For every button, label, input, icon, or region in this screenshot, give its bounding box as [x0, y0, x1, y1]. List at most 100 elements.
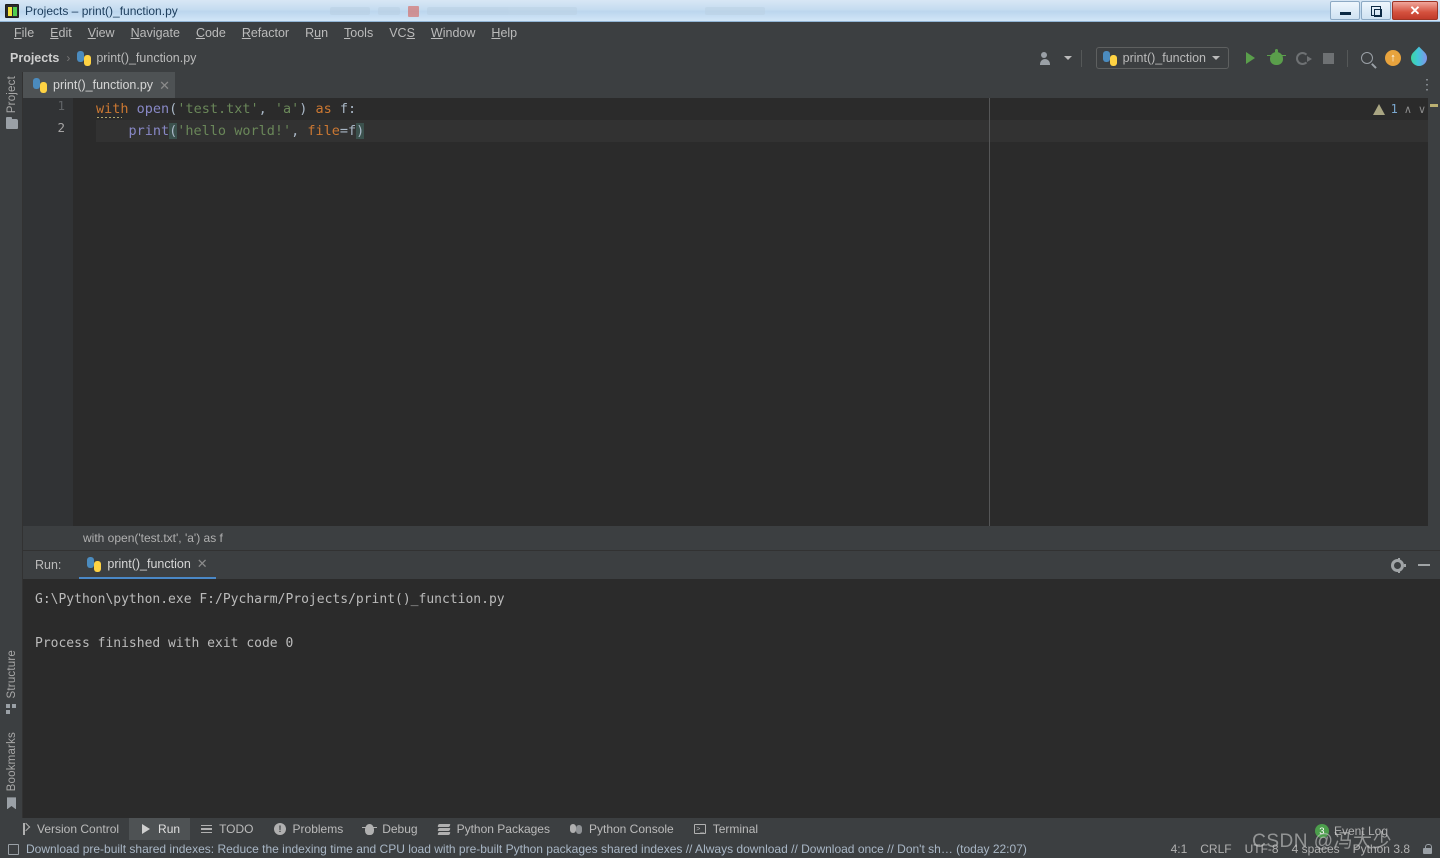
- profile-icon[interactable]: [1289, 45, 1315, 71]
- menu-vcs[interactable]: VCS: [381, 24, 423, 42]
- tool-button-python-console[interactable]: Python Console: [560, 818, 684, 840]
- run-icon[interactable]: [1237, 45, 1263, 71]
- menu-bar: File Edit View Navigate Code Refactor Ru…: [0, 22, 1440, 44]
- terminal-icon: >_: [694, 823, 707, 836]
- run-window-header: Run: print()_function ✕: [23, 551, 1440, 579]
- menu-help[interactable]: Help: [483, 24, 525, 42]
- warning-stripe-mark[interactable]: [1430, 104, 1438, 107]
- caret-position[interactable]: 4:1: [1171, 842, 1188, 856]
- line-separator[interactable]: CRLF: [1200, 842, 1231, 856]
- python-file-icon: [77, 50, 92, 66]
- indent-setting[interactable]: 4 spaces: [1292, 842, 1340, 856]
- tool-button-debug[interactable]: Debug: [353, 818, 427, 840]
- status-bar: Download pre-built shared indexes: Reduc…: [0, 840, 1440, 858]
- left-tool-strip: Project Structure Bookmarks: [0, 72, 23, 834]
- toolbar-divider: [1080, 49, 1082, 67]
- ai-assistant-icon[interactable]: [1406, 45, 1432, 71]
- stop-icon[interactable]: [1315, 45, 1341, 71]
- navigation-bar: Projects › print()_function.py print()_f…: [0, 44, 1440, 72]
- update-icon[interactable]: ↑: [1380, 45, 1406, 71]
- structure-icon: [6, 704, 17, 715]
- next-problem-icon[interactable]: ∨: [1418, 103, 1426, 116]
- sidebar-item-structure[interactable]: Structure: [0, 650, 23, 715]
- inspection-widget[interactable]: 1 ∧ ∨: [1372, 102, 1426, 116]
- menu-navigate[interactable]: Navigate: [123, 24, 188, 42]
- packages-icon: [437, 823, 451, 836]
- gear-icon[interactable]: [1391, 557, 1404, 572]
- tool-button-label: Python Console: [588, 822, 674, 836]
- problems-icon: !: [274, 823, 287, 836]
- tool-button-label: Problems: [292, 822, 344, 836]
- menu-tools[interactable]: Tools: [336, 24, 381, 42]
- tool-button-label: Run: [158, 822, 181, 836]
- breadcrumb-context[interactable]: with open('test.txt', 'a') as f: [83, 531, 223, 545]
- search-everywhere-icon[interactable]: [1354, 45, 1380, 71]
- chevron-down-icon[interactable]: [1061, 45, 1075, 71]
- error-stripe[interactable]: [1428, 98, 1440, 526]
- menu-run[interactable]: Run: [297, 24, 336, 42]
- python-console-icon: [570, 823, 583, 836]
- run-icon: [139, 823, 152, 836]
- status-notification[interactable]: Download pre-built shared indexes: Reduc…: [26, 842, 1027, 856]
- file-encoding[interactable]: UTF-8: [1245, 842, 1279, 856]
- code-line-2: print('hello world!', file=f): [128, 123, 365, 139]
- menu-view[interactable]: View: [80, 24, 123, 42]
- previous-problem-icon[interactable]: ∧: [1404, 103, 1412, 116]
- maximize-button[interactable]: [1361, 1, 1391, 20]
- notification-icon[interactable]: [8, 843, 19, 855]
- more-options-icon[interactable]: ⋮: [1420, 77, 1434, 91]
- right-margin-guide: [989, 98, 990, 526]
- run-configuration-label: print()_function: [1122, 51, 1206, 65]
- lock-icon[interactable]: [1423, 844, 1432, 854]
- close-icon[interactable]: ✕: [197, 556, 208, 572]
- tool-button-problems[interactable]: ! Problems: [264, 818, 354, 840]
- menu-window[interactable]: Window: [423, 24, 483, 42]
- tool-button-todo[interactable]: TODO: [190, 818, 263, 840]
- debug-icon: [362, 823, 378, 836]
- menu-file[interactable]: File: [6, 24, 42, 42]
- close-icon[interactable]: ✕: [159, 79, 170, 92]
- code-text[interactable]: with open('test.txt', 'a') as f: print('…: [96, 98, 1440, 526]
- python-file-icon: [33, 77, 47, 93]
- tool-button-version-control[interactable]: Version Control: [8, 818, 129, 840]
- menu-refactor[interactable]: Refactor: [234, 24, 297, 42]
- breadcrumb-project[interactable]: Projects: [10, 51, 59, 65]
- code-line-1: with open('test.txt', 'a') as f:: [96, 101, 357, 117]
- code-editor[interactable]: 1 2 with open('test.txt', 'a') as f: pri…: [23, 98, 1440, 526]
- bookmark-icon: [7, 797, 16, 810]
- debug-icon[interactable]: [1263, 45, 1289, 71]
- toolbar-divider: [1347, 49, 1348, 67]
- breadcrumb-file[interactable]: print()_function.py: [96, 51, 196, 65]
- event-log-button[interactable]: 3 Event Log: [1314, 824, 1388, 838]
- minimize-button[interactable]: [1330, 1, 1360, 20]
- minimize-icon[interactable]: [1418, 564, 1430, 566]
- editor-tab[interactable]: print()_function.py ✕: [23, 72, 175, 98]
- run-configuration-selector[interactable]: print()_function: [1095, 47, 1229, 69]
- sidebar-item-project[interactable]: Project: [0, 76, 23, 130]
- window-controls: ✕: [1330, 1, 1438, 20]
- tool-button-terminal[interactable]: >_ Terminal: [684, 818, 768, 840]
- line-number: 2: [57, 120, 65, 135]
- tool-button-run[interactable]: Run: [129, 818, 191, 840]
- pycharm-window: Projects – print()_function.py ✕ File Ed…: [0, 0, 1440, 858]
- event-log-label: Event Log: [1333, 824, 1388, 838]
- sidebar-item-label: Structure: [5, 650, 18, 699]
- tool-button-label: Version Control: [37, 822, 120, 836]
- run-session-tab[interactable]: print()_function ✕: [79, 551, 216, 579]
- breadcrumb-separator: ›: [66, 51, 71, 65]
- run-console-output[interactable]: G:\Python\python.exe F:/Pycharm/Projects…: [23, 579, 1440, 819]
- python-interpreter[interactable]: Python 3.8: [1353, 842, 1410, 856]
- sidebar-item-bookmarks[interactable]: Bookmarks: [0, 732, 23, 810]
- menu-edit[interactable]: Edit: [42, 24, 80, 42]
- title-bar: Projects – print()_function.py ✕: [0, 0, 1440, 22]
- run-tool-window: Run: print()_function ✕ G:\Python\python…: [23, 550, 1440, 818]
- editor-tab-strip: print()_function.py ✕ ⋮: [23, 72, 1440, 98]
- menu-code[interactable]: Code: [188, 24, 234, 42]
- python-config-icon: [87, 556, 102, 572]
- editor-tab-label: print()_function.py: [53, 78, 154, 92]
- main-toolbar: print()_function ↑: [1035, 44, 1432, 72]
- editor-gutter[interactable]: 1 2: [23, 98, 73, 526]
- people-icon[interactable]: [1035, 45, 1061, 71]
- close-button[interactable]: ✕: [1392, 1, 1438, 20]
- tool-button-python-packages[interactable]: Python Packages: [428, 818, 560, 840]
